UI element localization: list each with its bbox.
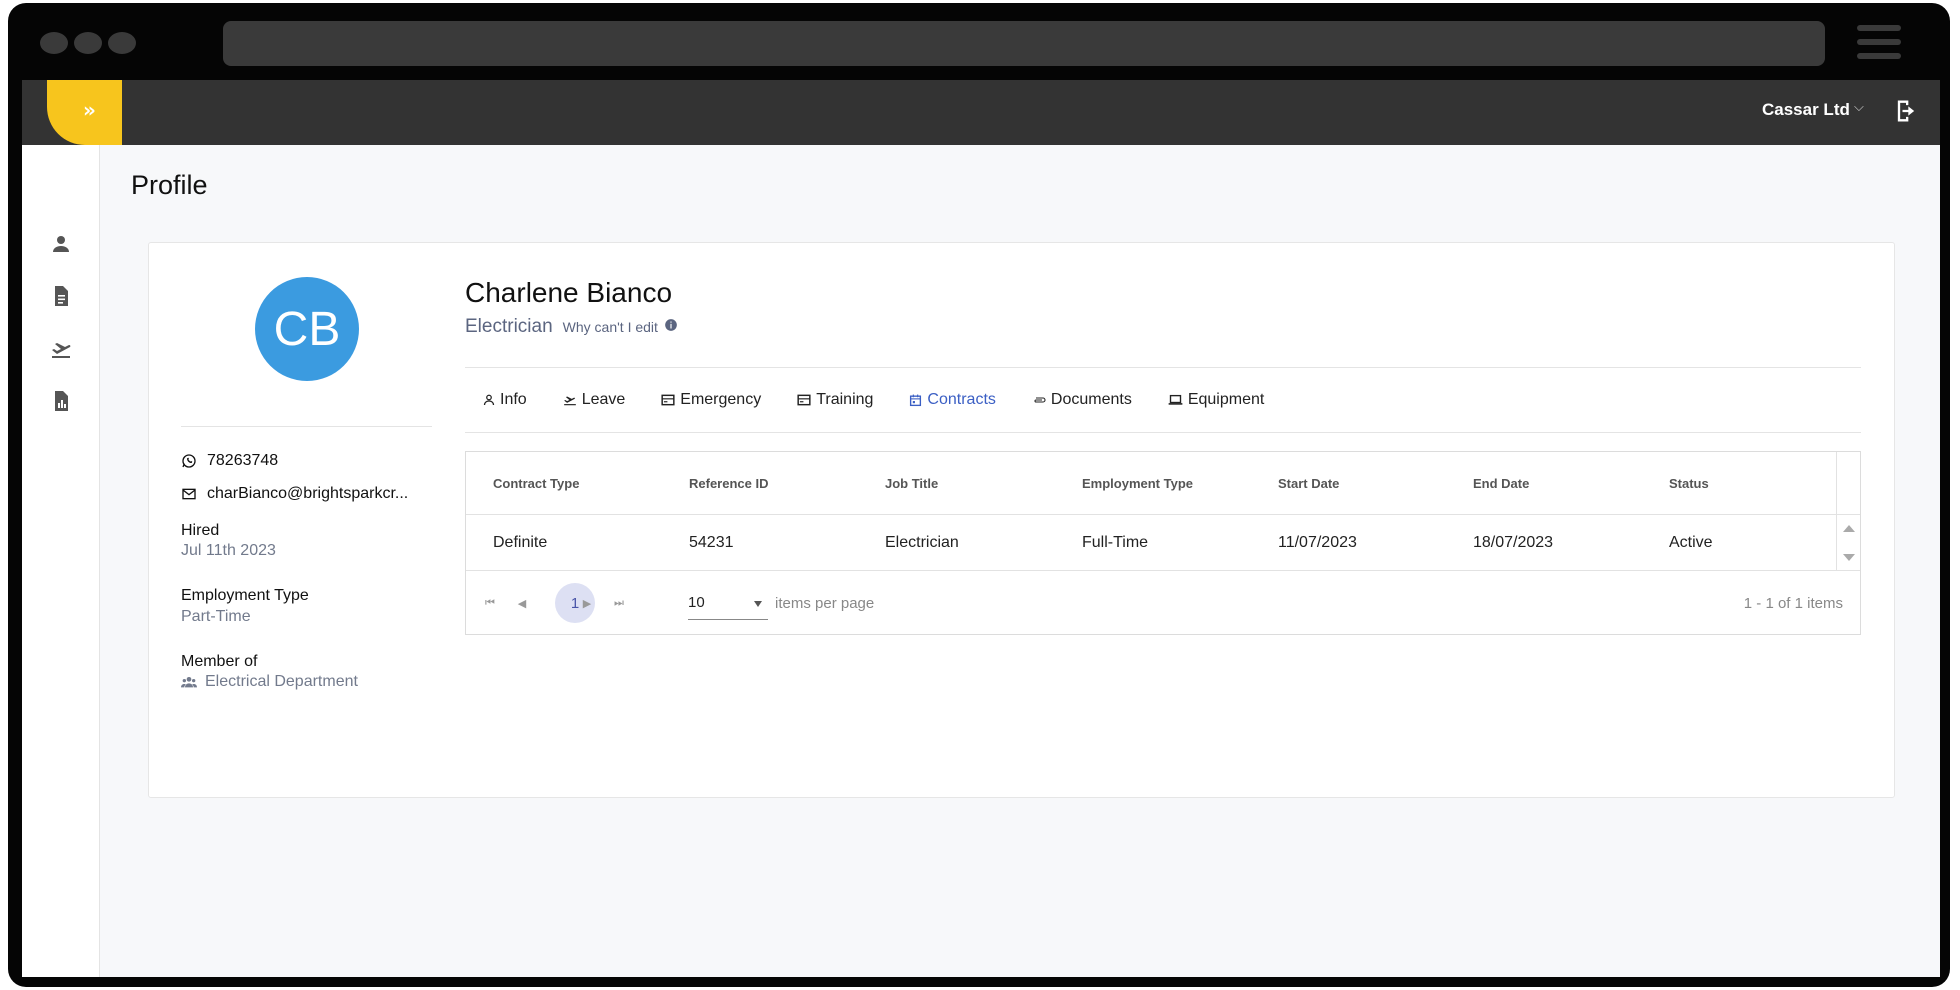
person-icon[interactable] bbox=[49, 232, 73, 256]
paperclip-icon bbox=[1034, 397, 1046, 403]
report-icon[interactable] bbox=[49, 389, 73, 413]
tab-training[interactable]: Training bbox=[797, 391, 873, 409]
plane-icon bbox=[563, 396, 576, 406]
table-cell: Active bbox=[1669, 534, 1713, 551]
mail-icon bbox=[182, 488, 196, 500]
email-address[interactable]: charBianco@brightsparkcr... bbox=[207, 485, 408, 503]
tab-emergency[interactable]: Emergency bbox=[661, 391, 761, 409]
column-header[interactable]: Job Title bbox=[885, 476, 938, 491]
expand-sidebar-button[interactable]: » bbox=[47, 80, 122, 145]
items-per-page-label: items per page bbox=[775, 595, 875, 612]
vertical-scrollbar[interactable] bbox=[1836, 452, 1860, 570]
company-selector[interactable]: Cassar Ltd bbox=[1762, 100, 1850, 120]
previous-page-icon[interactable]: ◀ bbox=[508, 589, 536, 617]
plane-departure-icon[interactable] bbox=[49, 337, 73, 361]
profile-card: CB 78263748 charBianco@brightsparkcr... … bbox=[148, 242, 1895, 798]
whatsapp-icon bbox=[182, 454, 196, 468]
email-row: charBianco@brightsparkcr... bbox=[181, 482, 408, 506]
column-header[interactable]: Employment Type bbox=[1082, 476, 1193, 491]
top-bar: » Cassar Ltd ⌵ bbox=[22, 80, 1940, 145]
next-page-icon[interactable]: ▶ bbox=[573, 589, 601, 617]
table-cell: Full-Time bbox=[1082, 534, 1149, 551]
users-icon bbox=[181, 677, 197, 688]
divider bbox=[181, 426, 432, 427]
info-icon[interactable] bbox=[664, 318, 678, 332]
page-size-select[interactable]: 10 bbox=[688, 586, 768, 620]
profile-tabs: Info Leave Emergency Training Contracts … bbox=[465, 368, 1861, 432]
table-cell: Electrician bbox=[885, 534, 959, 551]
calendar-icon bbox=[910, 394, 922, 406]
tab-leave[interactable]: Leave bbox=[563, 391, 625, 409]
table-cell: 11/07/2023 bbox=[1278, 534, 1357, 551]
table-header: Contract Type Reference ID Job Title Emp… bbox=[466, 452, 1860, 515]
items-count: 1 - 1 of 1 items bbox=[1743, 595, 1843, 612]
hired-label: Hired bbox=[181, 522, 220, 539]
page-size-value: 10 bbox=[688, 594, 705, 611]
address-bar[interactable] bbox=[223, 21, 1825, 66]
tab-equipment[interactable]: Equipment bbox=[1168, 391, 1264, 409]
contracts-table: Contract Type Reference ID Job Title Emp… bbox=[465, 451, 1861, 635]
table-cell: 54231 bbox=[689, 534, 734, 551]
last-page-icon[interactable]: ⏭ bbox=[605, 589, 633, 617]
employment-type-label: Employment Type bbox=[181, 587, 309, 604]
page-title: Profile bbox=[131, 170, 208, 200]
window-close-dot[interactable] bbox=[40, 32, 68, 54]
column-header[interactable]: End Date bbox=[1473, 476, 1529, 491]
tab-contracts[interactable]: Contracts bbox=[909, 391, 996, 409]
phone-number[interactable]: 78263748 bbox=[207, 452, 278, 470]
card-icon bbox=[661, 394, 675, 406]
sidebar bbox=[22, 145, 100, 977]
tab-info[interactable]: Info bbox=[483, 391, 527, 409]
column-header[interactable]: Start Date bbox=[1278, 476, 1339, 491]
tab-documents[interactable]: Documents bbox=[1032, 391, 1132, 409]
column-header[interactable]: Reference ID bbox=[689, 476, 768, 491]
employee-name: Charlene Bianco bbox=[465, 277, 673, 308]
first-page-icon[interactable]: ⏮ bbox=[476, 589, 504, 617]
card-icon bbox=[797, 394, 811, 406]
double-chevron-right-icon: » bbox=[83, 98, 96, 122]
employment-type-value: Part-Time bbox=[181, 608, 251, 625]
scroll-up-arrow-icon[interactable] bbox=[1843, 525, 1855, 532]
app-viewport: » Cassar Ltd ⌵ Profile CB 78263748 charB… bbox=[22, 80, 1940, 977]
phone-row: 78263748 bbox=[181, 449, 278, 473]
chevron-down-icon[interactable]: ⌵ bbox=[1854, 100, 1864, 115]
department-name: Electrical Department bbox=[205, 673, 358, 690]
role-row: Electrician Why can't I edit bbox=[465, 316, 678, 338]
document-icon[interactable] bbox=[49, 284, 73, 308]
hired-value: Jul 11th 2023 bbox=[181, 542, 276, 559]
laptop-icon bbox=[1168, 394, 1183, 405]
divider bbox=[465, 432, 1861, 433]
table-cell: Definite bbox=[493, 534, 548, 551]
member-of-label: Member of bbox=[181, 653, 258, 670]
person-icon bbox=[483, 394, 495, 406]
dropdown-arrow-icon bbox=[754, 601, 762, 607]
pager: ⏮ ◀ 1 ▶ ⏭ 10 items per page 1 - 1 of 1 i… bbox=[466, 571, 1860, 635]
employee-role: Electrician bbox=[465, 316, 553, 337]
window-minimize-dot[interactable] bbox=[74, 32, 102, 54]
department-row: Electrical Department bbox=[181, 673, 358, 691]
avatar: CB bbox=[255, 277, 359, 381]
column-header[interactable]: Contract Type bbox=[493, 476, 579, 491]
logout-icon[interactable] bbox=[1892, 97, 1920, 125]
column-header[interactable]: Status bbox=[1669, 476, 1709, 491]
window-maximize-dot[interactable] bbox=[108, 32, 136, 54]
why-cant-edit-link[interactable]: Why can't I edit bbox=[563, 319, 658, 335]
scroll-down-arrow-icon[interactable] bbox=[1843, 554, 1855, 561]
browser-menu-icon[interactable] bbox=[1857, 25, 1901, 61]
table-cell: 18/07/2023 bbox=[1473, 534, 1554, 551]
